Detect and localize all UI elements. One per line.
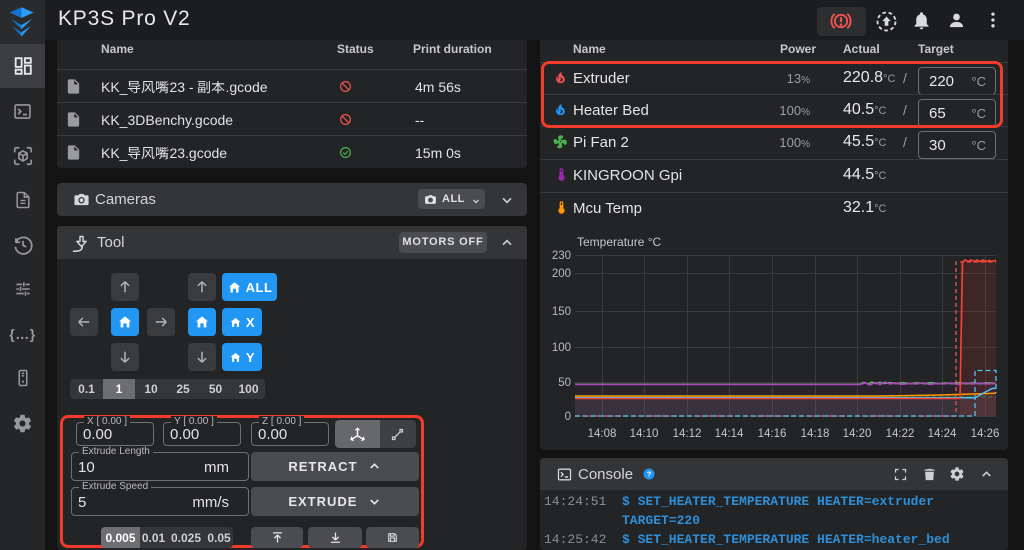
svg-text:14:08: 14:08 — [588, 428, 617, 440]
svg-text:14:20: 14:20 — [843, 428, 872, 440]
svg-text:14:16: 14:16 — [758, 428, 787, 440]
svg-text:14:26: 14:26 — [971, 428, 1000, 440]
svg-text:150: 150 — [552, 306, 571, 318]
svg-text:14:12: 14:12 — [673, 428, 702, 440]
svg-text:14:18: 14:18 — [801, 428, 830, 440]
svg-text:14:24: 14:24 — [928, 428, 957, 440]
svg-text:200: 200 — [552, 268, 571, 280]
svg-text:14:10: 14:10 — [630, 428, 659, 440]
svg-text:14:22: 14:22 — [886, 428, 915, 440]
svg-text:100: 100 — [552, 342, 571, 354]
svg-text:?: ? — [647, 470, 652, 479]
svg-text:0: 0 — [565, 411, 571, 423]
svg-text:50: 50 — [558, 377, 571, 389]
svg-text:14:14: 14:14 — [715, 428, 744, 440]
svg-text:230: 230 — [552, 250, 571, 262]
svg-text:Temperature °C: Temperature °C — [577, 235, 661, 249]
